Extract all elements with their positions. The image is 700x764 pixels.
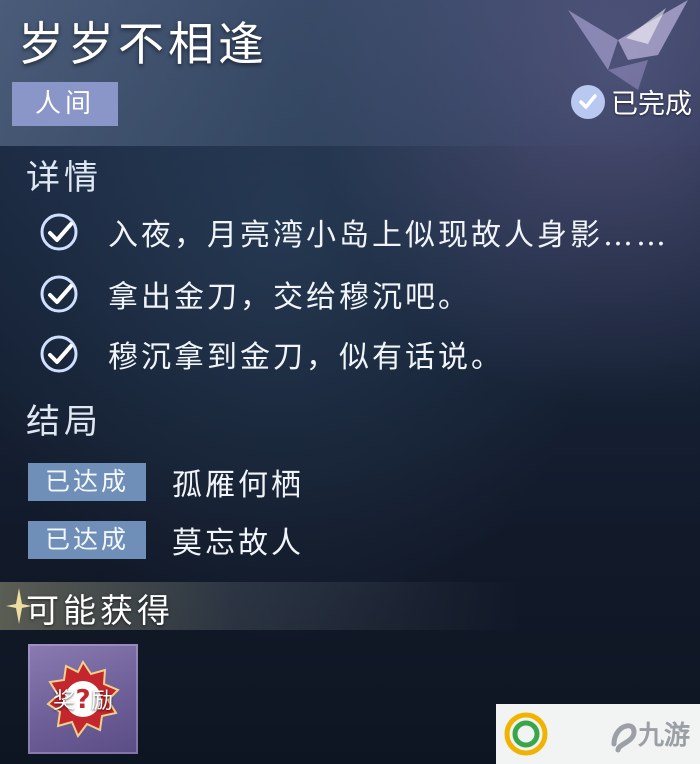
checkmark-circle-icon xyxy=(40,213,78,251)
status-label: 已完成 xyxy=(611,89,692,120)
quest-title: 岁岁不相逢 xyxy=(18,17,268,71)
checkmark-circle-icon xyxy=(571,84,605,119)
watermark-logo-icon xyxy=(504,712,548,756)
ending-achieved-badge: 已达成 xyxy=(28,521,146,559)
watermark-brand-logo: 九游 xyxy=(611,721,690,753)
details-heading: 详情 xyxy=(26,158,102,198)
butterfly-emblem-icon xyxy=(568,0,688,90)
checkmark-circle-icon xyxy=(40,335,78,373)
ending-name: 莫忘故人 xyxy=(172,526,304,561)
detail-text: 穆沉拿到金刀，似有话说。 xyxy=(108,340,504,375)
quest-status: 已完成 xyxy=(571,82,692,121)
detail-item: 入夜，月亮湾小岛上似现故人身影…… xyxy=(38,210,669,254)
ending-item: 已达成 莫忘故人 xyxy=(28,518,304,562)
detail-item: 穆沉拿到金刀，似有话说。 xyxy=(38,332,504,376)
ending-item: 已达成 孤雁何栖 xyxy=(28,460,304,504)
endings-heading: 结局 xyxy=(26,402,102,442)
detail-item: 拿出金刀，交给穆沉吧。 xyxy=(38,272,471,316)
detail-text: 拿出金刀，交给穆沉吧。 xyxy=(108,280,471,315)
reward-label: 奖励 xyxy=(52,689,129,714)
detail-text: 入夜，月亮湾小岛上似现故人身影…… xyxy=(108,218,669,253)
watermark-brand-text: 九游 xyxy=(637,721,690,751)
checkmark-circle-icon xyxy=(40,275,78,313)
rewards-heading: 可能获得 xyxy=(26,591,174,630)
watermark: 九游 xyxy=(496,704,700,764)
ending-achieved-badge: 已达成 xyxy=(28,463,146,501)
reward-item[interactable]: ? 奖励 xyxy=(28,644,138,754)
ending-name: 孤雁何栖 xyxy=(172,468,304,503)
quest-category-tag: 人间 xyxy=(12,82,118,126)
